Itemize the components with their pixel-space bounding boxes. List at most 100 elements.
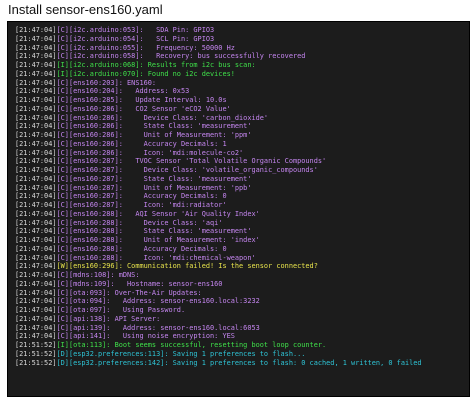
log-message: [C][ens160:287]: Icon: 'mdi:radiator' bbox=[56, 201, 227, 209]
log-message: [C][ens160:288]: Unit of Measurement: 'i… bbox=[56, 236, 260, 244]
log-timestamp: [21:47:04] bbox=[15, 279, 57, 288]
log-line: [21:47:04][C][ens160:288]: AQI Sensor 'A… bbox=[15, 210, 465, 219]
log-line: [21:47:04][C][ens160:288]: Unit of Measu… bbox=[15, 236, 465, 245]
log-message: [C][i2c.arduino:053]: SDA Pin: GPIO3 bbox=[56, 26, 215, 34]
log-timestamp: [21:47:04] bbox=[15, 34, 57, 43]
log-timestamp: [21:47:04] bbox=[15, 131, 57, 139]
log-timestamp: [21:47:04] bbox=[15, 157, 57, 166]
log-line: [21:47:04][C][api:138]: API Server: bbox=[15, 315, 465, 324]
log-line: [21:47:04][C][ota:094]: Address: sensor-… bbox=[15, 297, 465, 306]
log-message: [C][ens160:287]: Accuracy Decimals: 0 bbox=[56, 192, 227, 201]
log-line: [21:47:04][C][ens160:288]: Accuracy Deci… bbox=[15, 245, 465, 254]
log-line: [21:47:04][C][ota:097]: Using Password. bbox=[15, 306, 465, 315]
log-message: [D][esp32.preferences:113]: Saving 1 pre… bbox=[56, 349, 306, 358]
log-line: [21:51:52][D][esp32.preferences:142]: Sa… bbox=[15, 359, 465, 368]
log-timestamp: [21:47:04] bbox=[15, 262, 57, 271]
log-timestamp: [21:47:04] bbox=[15, 244, 57, 253]
log-message: [C][ens160:203]: ENS160: bbox=[56, 78, 157, 87]
log-line: [21:47:04][C][mdns:109]: Hostname: senso… bbox=[15, 280, 465, 289]
log-message: [I][i2c.arduino:070]: Found no i2c devic… bbox=[56, 69, 235, 78]
log-line: [21:47:04][C][ens160:287]: Accuracy Deci… bbox=[15, 192, 465, 201]
log-message: [C][ens160:286]: Icon: 'mdi:molecule-co2… bbox=[56, 148, 244, 157]
log-timestamp: [21:47:04] bbox=[15, 314, 57, 323]
log-line: [21:47:04][C][ens160:288]: State Class: … bbox=[15, 227, 465, 236]
log-timestamp: [21:47:04] bbox=[15, 78, 57, 87]
log-timestamp: [21:47:04] bbox=[15, 227, 57, 236]
log-message: [C][ens160:288]: State Class: 'measureme… bbox=[56, 227, 252, 236]
log-message: [C][ens160:288]: AQI Sensor 'Air Quality… bbox=[56, 209, 260, 218]
log-timestamp: [21:47:04] bbox=[15, 43, 57, 52]
log-line: [21:47:04][C][i2c.arduino:053]: SDA Pin:… bbox=[15, 26, 465, 35]
log-timestamp: [21:47:04] bbox=[15, 201, 57, 209]
log-message: [C][api:139]: Address: sensor-ens160.loc… bbox=[56, 323, 260, 332]
log-line: [21:47:04][C][ens160:286]: Unit of Measu… bbox=[15, 131, 465, 140]
dialog-title: Install sensor-ens160.yaml bbox=[8, 2, 163, 17]
log-message: [C][i2c.arduino:055]: Frequency: 50000 H… bbox=[56, 43, 235, 52]
log-timestamp: [21:51:52] bbox=[15, 349, 57, 358]
log-timestamp: [21:47:04] bbox=[15, 183, 57, 192]
log-message: [C][ota:097]: Using Password. bbox=[56, 306, 186, 314]
log-timestamp: [21:47:04] bbox=[15, 236, 57, 244]
log-timestamp: [21:47:04] bbox=[15, 69, 57, 78]
log-line: [21:47:04][C][ens160:286]: Accuracy Deci… bbox=[15, 140, 465, 149]
log-console[interactable]: [21:47:04] [C][i2c.arduino:053]: SDA Pin:… bbox=[7, 21, 470, 397]
log-timestamp: [21:47:04] bbox=[15, 209, 57, 218]
log-line: [21:47:04][C][ens160:204]: Address: 0x53 bbox=[15, 87, 465, 96]
log-line: [21:47:04][C][ens160:203]: ENS160: bbox=[15, 79, 465, 88]
log-message: [I][i2c.arduino:068]: Results from i2c b… bbox=[56, 61, 256, 69]
log-message: [D][esp32.preferences:142]: Saving 1 pre… bbox=[56, 358, 422, 367]
log-message: [C][ens160:286]: State Class: 'measureme… bbox=[56, 122, 252, 131]
log-message: [C][ens160:288]: Accuracy Decimals: 0 bbox=[56, 244, 227, 253]
log-message: [C][i2c.arduino:058]: Recovery: bus succ… bbox=[56, 52, 306, 61]
log-timestamp: [21:51:52] bbox=[15, 341, 57, 349]
log-line: [21:47:04][C][ens160:285]: Update Interv… bbox=[15, 96, 465, 105]
log-timestamp: [21:47:04] bbox=[15, 253, 57, 262]
log-timestamp: [21:47:04] bbox=[15, 26, 57, 34]
log-line: [21:47:04][C][ens160:286]: Device Class:… bbox=[15, 114, 465, 123]
log-timestamp: [21:47:04] bbox=[15, 104, 57, 113]
log-timestamp: [21:47:04] bbox=[15, 218, 57, 227]
log-message: [C][api:138]: API Server: bbox=[56, 314, 161, 323]
log-message: [C][ens160:288]: Icon: 'mdi:chemical-wea… bbox=[56, 253, 256, 262]
log-timestamp: [21:47:04] bbox=[15, 306, 57, 314]
log-line: [21:47:04][C][ens160:287]: TVOC Sensor '… bbox=[15, 157, 465, 166]
log-message: [W][ens160:296]: Communication failed! I… bbox=[56, 262, 318, 271]
log-message: [C][api:141]: Using noise encryption: YE… bbox=[56, 332, 235, 341]
log-message: [C][ens160:286]: Unit of Measurement: 'p… bbox=[56, 131, 252, 139]
log-line: [21:47:04][C][ens160:287]: Unit of Measu… bbox=[15, 184, 465, 193]
log-line: [21:47:04][C][ens160:288]: Device Class:… bbox=[15, 219, 465, 228]
log-line: [21:47:04][C][i2c.arduino:055]: Frequenc… bbox=[15, 44, 465, 53]
log-message: [C][ens160:286]: Accuracy Decimals: 1 bbox=[56, 139, 227, 148]
log-timestamp: [21:47:04] bbox=[15, 52, 57, 61]
log-line: [21:47:04][C][api:139]: Address: sensor-… bbox=[15, 324, 465, 333]
log-line: [21:47:04][C][ens160:286]: Icon: 'mdi:mo… bbox=[15, 149, 465, 158]
log-timestamp: [21:47:04] bbox=[15, 139, 57, 148]
log-line: [21:47:04][C][ens160:287]: State Class: … bbox=[15, 175, 465, 184]
log-message: [C][ens160:286]: CO2 Sensor 'eCO2 Value' bbox=[56, 104, 231, 113]
log-line: [21:47:04][C][ens160:286]: CO2 Sensor 'e… bbox=[15, 105, 465, 114]
log-message: [C][ens160:287]: State Class: 'measureme… bbox=[56, 174, 252, 183]
log-line: [21:47:04][C][ens160:288]: Icon: 'mdi:ch… bbox=[15, 254, 465, 263]
log-timestamp: [21:47:04] bbox=[15, 87, 57, 96]
log-timestamp: [21:47:04] bbox=[15, 148, 57, 157]
log-line: [21:47:04][C][ota:093]: Over-The-Air Upd… bbox=[15, 289, 465, 298]
log-timestamp: [21:47:04] bbox=[15, 332, 57, 341]
log-line: [21:47:04][C][ens160:287]: Device Class:… bbox=[15, 166, 465, 175]
log-line: [21:47:04][C][ens160:287]: Icon: 'mdi:ra… bbox=[15, 201, 465, 210]
log-timestamp: [21:47:04] bbox=[15, 288, 57, 297]
log-timestamp: [21:47:04] bbox=[15, 174, 57, 183]
log-message: [C][ens160:288]: Device Class: 'aqi' bbox=[56, 218, 223, 227]
log-message: [C][ota:093]: Over-The-Air Updates: bbox=[56, 288, 202, 297]
log-message: [C][ens160:287]: TVOC Sensor 'Total Vola… bbox=[56, 157, 327, 166]
log-message: [C][ota:094]: Address: sensor-ens160.loc… bbox=[56, 297, 260, 306]
log-message: [C][mdns:109]: Hostname: sensor-ens160 bbox=[56, 279, 223, 288]
log-message: [C][ens160:287]: Device Class: 'volatile… bbox=[56, 166, 318, 174]
log-timestamp: [21:47:04] bbox=[15, 192, 57, 201]
log-line: [21:47:04][W][ens160:296]: Communication… bbox=[15, 262, 465, 271]
log-lines: [21:47:04] [C][i2c.arduino:053]: SDA Pin:… bbox=[15, 26, 465, 367]
log-timestamp: [21:47:04] bbox=[15, 271, 57, 279]
log-timestamp: [21:47:04] bbox=[15, 113, 57, 122]
log-timestamp: [21:47:04] bbox=[15, 96, 57, 104]
log-line: [21:47:04][I][i2c.arduino:070]: Found no… bbox=[15, 70, 465, 79]
log-line: [21:47:04][C][i2c.arduino:054]: SCL Pin:… bbox=[15, 35, 465, 44]
